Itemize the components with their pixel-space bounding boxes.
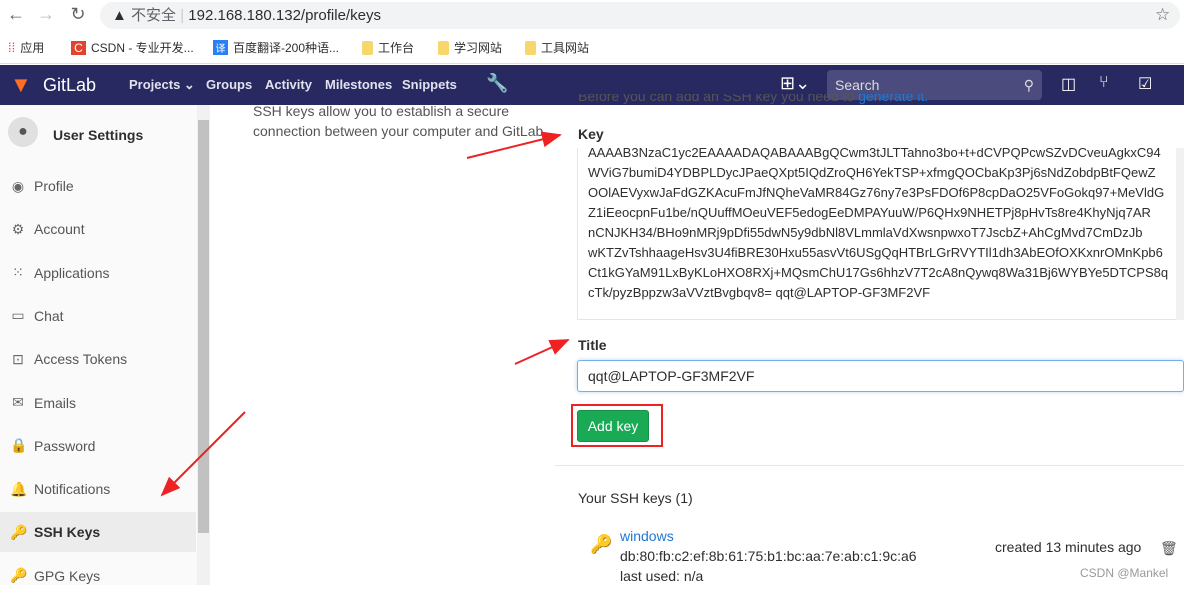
arrow-to-title [514,339,570,365]
annotation-arrows [160,131,570,497]
arrow-to-ssh-keys [160,411,246,497]
arrow-to-key [466,131,562,159]
